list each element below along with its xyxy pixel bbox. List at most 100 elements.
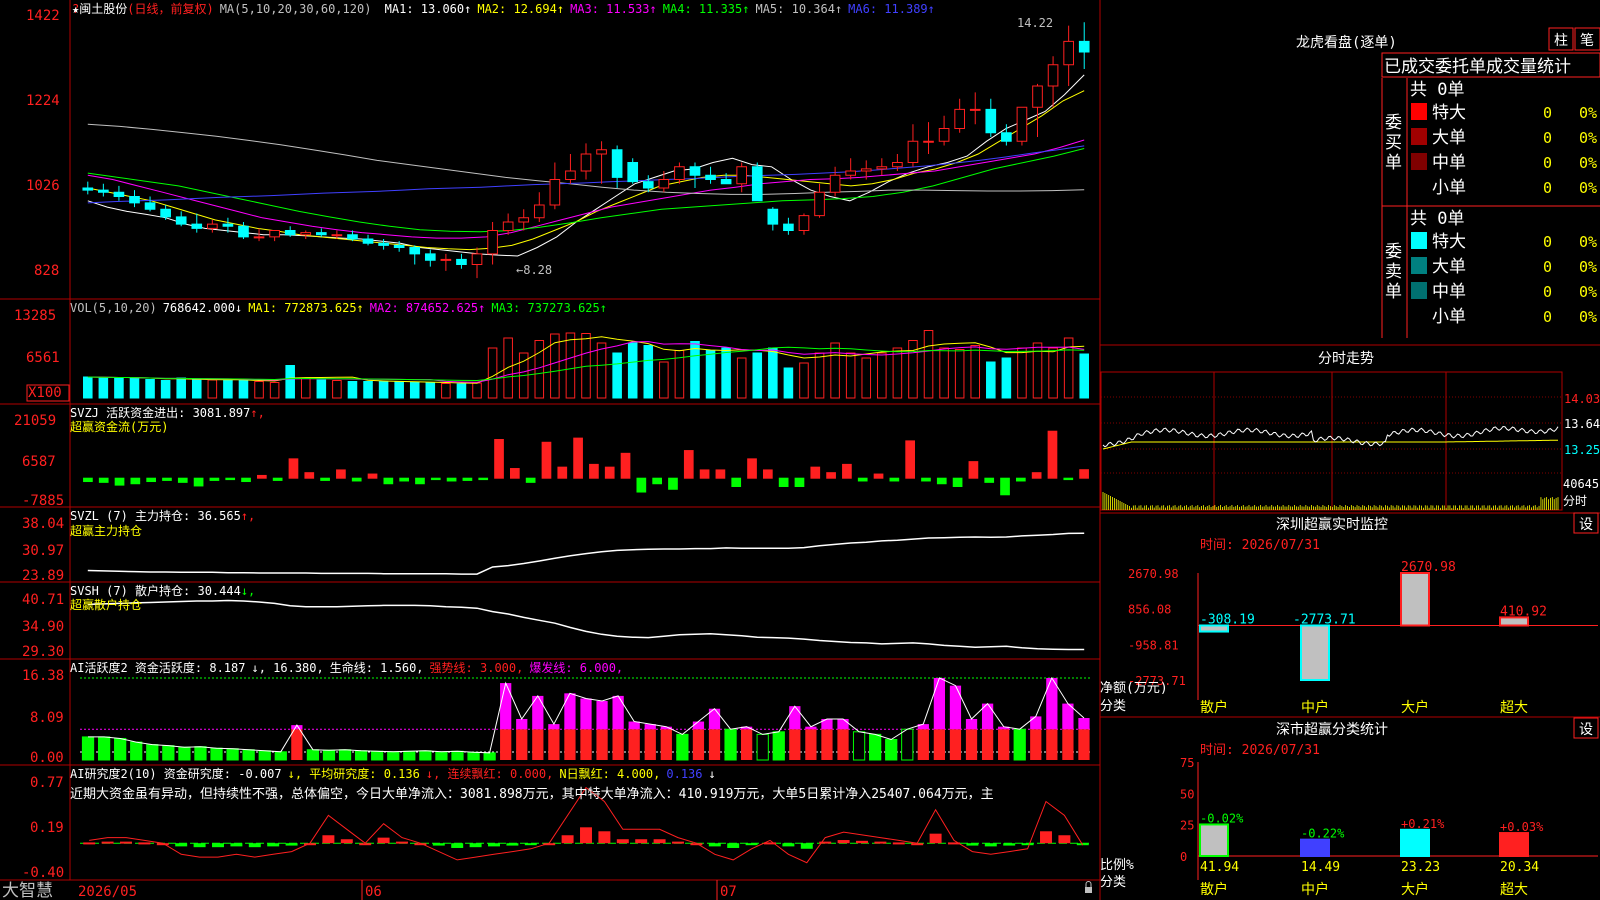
- bar-mark: [952, 477, 963, 487]
- svsh-sub: 超赢散户持仓: [70, 597, 142, 612]
- candle-body: [284, 230, 296, 236]
- vol-axis: 13285 6561 X100: [14, 308, 62, 401]
- bar-mark: [668, 477, 678, 490]
- activity-bar: [483, 752, 496, 761]
- activity-bar: [274, 751, 287, 761]
- vol-tick: 6561: [26, 350, 60, 366]
- main-chart-canvas[interactable]: 2670.98856.08-958.81-2773.71-308.19散户-27…: [0, 0, 1600, 900]
- candle-body: [720, 179, 732, 185]
- research-bar: [377, 837, 390, 844]
- candle-body: [689, 166, 701, 176]
- bar-mark: [207, 379, 218, 399]
- indicator-value: ↓, 平均研究度: 0.136: [288, 766, 420, 781]
- bar-mark: [752, 352, 763, 399]
- bar-mark: [129, 377, 140, 399]
- vol-header: VOL(5,10,20) 768642.000↓ MA1: 772873.625↑ M…: [70, 301, 607, 315]
- svg-text:0.00: 0.00: [30, 750, 64, 766]
- activity-bar: [708, 729, 721, 760]
- candle-body: [907, 140, 919, 163]
- svsh-panel: [87, 599, 1085, 651]
- svzl-axis: 38.04 30.97 23.89: [22, 516, 64, 584]
- activity-bar: [772, 731, 785, 761]
- date-label: 2026/05: [78, 884, 137, 900]
- candle-body: [129, 196, 140, 204]
- svzj-panel: [83, 430, 1089, 496]
- activity-bar: [821, 729, 833, 760]
- bar-mark: [636, 477, 647, 493]
- lhb-swatch: [1411, 282, 1427, 299]
- activity-bar-top: [612, 695, 624, 730]
- lhb-tabs[interactable]: 已成交委托单成交量统计: [1384, 57, 1571, 77]
- candle-body: [315, 232, 327, 236]
- high-label: 14.22: [1017, 16, 1053, 30]
- candle-body: [300, 232, 312, 236]
- classify-category: 超大: [1500, 882, 1528, 898]
- bar-mark: [683, 450, 694, 479]
- research-bar: [745, 843, 758, 846]
- activity-bar-top: [580, 698, 592, 730]
- activity-bar-top: [1078, 718, 1090, 730]
- intraday-price: [1102, 425, 1559, 448]
- lhb-row-name: 中单: [1432, 153, 1466, 173]
- lhb-row-pct: 0%: [1579, 308, 1597, 326]
- classify-change-label: +0.21%: [1401, 817, 1445, 831]
- bar-mark: [472, 382, 482, 399]
- lhb-swatch: [1411, 232, 1427, 249]
- lhb-row-pct: 0%: [1579, 233, 1597, 251]
- bar-mark: [830, 342, 840, 399]
- lhb-row-pct: 0%: [1579, 104, 1597, 122]
- bar-mark: [612, 352, 622, 399]
- activity-bar: [81, 736, 95, 761]
- lhb-swatch: [1411, 178, 1427, 195]
- activity-bar: [291, 729, 303, 760]
- bar-mark: [98, 377, 109, 399]
- activity-bar: [869, 733, 882, 761]
- bar-mark: [456, 383, 467, 399]
- bar-mark: [747, 458, 757, 479]
- bar-mark: [378, 381, 389, 399]
- bar-mark: [191, 379, 202, 399]
- bar-mark: [768, 347, 778, 399]
- research-bar: [874, 841, 887, 844]
- svg-text:-7885: -7885: [22, 493, 64, 509]
- bar-mark: [83, 376, 93, 399]
- activity-bar: [789, 729, 801, 760]
- candle-body: [424, 253, 436, 261]
- bar-mark: [256, 474, 267, 479]
- classify-bar: [1499, 832, 1529, 857]
- ai-activity-panel: [80, 676, 1092, 761]
- bar-mark: [430, 477, 441, 481]
- bar-mark: [193, 477, 204, 487]
- candle-body: [1032, 85, 1043, 108]
- lhb-row-name: 大单: [1432, 257, 1466, 277]
- indicator-value: MA2: 874652.625↑: [370, 301, 486, 315]
- lhb-side-label: 单: [1385, 282, 1402, 302]
- indicator-value: MA5: 10.364↑: [755, 2, 842, 16]
- activity-bar: [500, 729, 512, 760]
- bar-mark: [223, 380, 233, 399]
- monitor-value-label: 410.92: [1500, 604, 1547, 619]
- classify-xlabel: 分类: [1100, 875, 1126, 890]
- activity-bar: [596, 729, 608, 760]
- candle-body: [175, 216, 187, 225]
- bar-mark: [699, 469, 710, 479]
- bar-mark: [478, 477, 489, 481]
- research-bar: [248, 843, 261, 848]
- classify-category: 散户: [1200, 881, 1228, 898]
- classify-tick: 0: [1180, 850, 1187, 864]
- bar-mark: [146, 477, 157, 483]
- candle-body: [378, 242, 389, 246]
- research-bar: [892, 842, 905, 845]
- bar-mark: [731, 477, 742, 487]
- candle-body: [98, 189, 109, 193]
- lock-icon[interactable]: [1085, 881, 1092, 894]
- monitor-panel: 2670.98856.08-958.81-2773.71-308.19散户-27…: [1128, 560, 1598, 716]
- lhb-row-pct: 0%: [1579, 154, 1597, 172]
- monitor-tick: 856.08: [1128, 603, 1171, 617]
- activity-bar: [114, 737, 127, 761]
- bar-mark: [810, 466, 821, 479]
- candle-body: [269, 230, 280, 238]
- bar-mark: [799, 362, 809, 399]
- bar-mark: [209, 477, 220, 481]
- svg-text:-0.40: -0.40: [22, 865, 64, 881]
